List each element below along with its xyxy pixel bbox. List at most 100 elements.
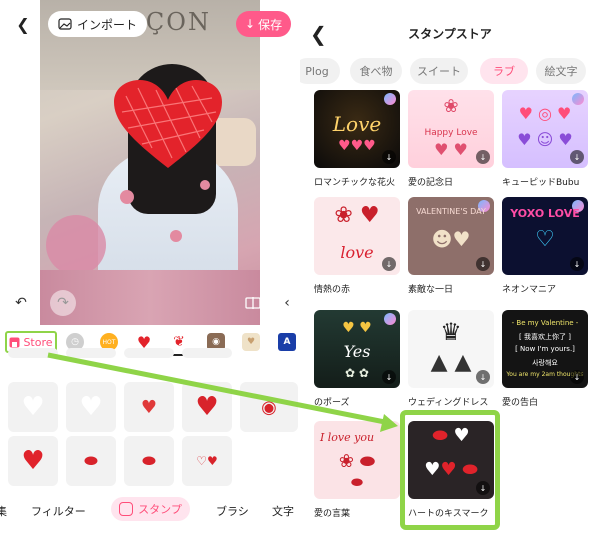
undo-icon: ↶: [15, 295, 27, 311]
import-label: インポート: [77, 17, 138, 32]
card-art-text: VALENTINE'S DAY: [416, 207, 486, 216]
stamp-card[interactable]: ♥ ◎ ♥ ♥ ☺ ♥ ↓ キューピッドBubu: [502, 90, 588, 188]
download-icon: ↓: [476, 257, 490, 271]
card-caption: 愛の告白: [502, 398, 539, 408]
rose-icon: ❀ ♥: [334, 203, 380, 228]
card-art-text: Love: [332, 112, 382, 136]
lips-icon: ⬬: [351, 475, 363, 491]
download-icon: ↓: [382, 150, 396, 164]
sticker-tile[interactable]: ⬬: [66, 436, 116, 486]
store-icon: [9, 337, 20, 347]
stamp-card[interactable]: YOXO LOVE ♡ ↓ ネオンマニア: [502, 197, 588, 295]
save-label: 保存: [258, 17, 283, 32]
download-icon: ↓: [382, 370, 396, 384]
stamp-card[interactable]: - Be my Valentine - [ 我喜欢上你了 ] [ Now I'm…: [502, 310, 588, 408]
chevron-left-icon: ‹: [284, 295, 290, 311]
stamp-card[interactable]: ♛ ▲ ▲ ↓ ウェディングドレス: [408, 310, 494, 408]
lips-icon: ⬬: [142, 451, 156, 470]
chip-plog[interactable]: Plog: [300, 58, 340, 84]
highlight-box: [400, 410, 500, 530]
undo-button[interactable]: ↶: [8, 290, 34, 316]
sticker-tile[interactable]: ◉: [240, 382, 298, 432]
stamp-card[interactable]: VALENTINE'S DAY ☻♥ ↓ 素敵な一日: [408, 197, 494, 295]
card-art-text: I love you: [319, 431, 375, 444]
sticker-tile[interactable]: ♥: [8, 436, 58, 486]
download-icon: ↓: [570, 257, 584, 271]
sticker-tile[interactable]: ⬬: [124, 436, 174, 486]
import-button[interactable]: インポート: [48, 11, 148, 37]
compare-icon: [245, 297, 261, 309]
redo-icon: ↷: [57, 295, 69, 311]
lips-icon: ◉: [261, 396, 277, 418]
sticker-tile[interactable]: [182, 348, 232, 358]
tab-stamp[interactable]: スタンプ: [111, 497, 190, 521]
collapse-button[interactable]: ‹: [276, 290, 298, 316]
chip-emoji[interactable]: 絵文字: [536, 58, 586, 84]
letter-category-icon[interactable]: A: [278, 333, 296, 351]
category-chips: Plog 食べ物 スイート ラブ 絵文字: [300, 58, 600, 86]
store-label: Store: [23, 335, 53, 349]
tab-brush[interactable]: ブラシ: [216, 503, 249, 519]
sticker-tile[interactable]: ♥: [8, 382, 58, 432]
sticker-tile[interactable]: ♥: [66, 382, 116, 432]
tab-filter[interactable]: フィルター: [31, 503, 86, 519]
red-heart-icon: ♥: [140, 396, 158, 418]
broken-heart-icon: ♥: [79, 392, 103, 422]
red-heart-icon: ♥: [21, 446, 45, 476]
page-title: スタンプストア: [408, 27, 492, 41]
sticker-tile[interactable]: [8, 348, 58, 358]
back-button[interactable]: ❮: [8, 9, 38, 39]
sticker-tile[interactable]: ♡♥: [182, 436, 232, 486]
neon-heart-icon: ♡: [535, 227, 555, 252]
card-art-text: 사랑해요: [532, 359, 558, 367]
chip-food[interactable]: 食べ物: [350, 58, 402, 84]
download-icon: ↓: [382, 257, 396, 271]
sticker-tile[interactable]: [124, 348, 174, 358]
card-art-text: Happy Love: [424, 128, 478, 138]
compare-button[interactable]: [240, 290, 266, 316]
cupid-icon: ♥ ☺ ♥: [517, 130, 573, 149]
redo-button[interactable]: ↷: [50, 290, 76, 316]
card-caption: キューピッドBubu: [502, 178, 580, 188]
sticker-tile[interactable]: ♥: [124, 382, 174, 432]
red-heart-icon: ♥: [195, 392, 219, 422]
photo-canvas[interactable]: FAÇON: [40, 0, 260, 325]
veil-icon: ♛: [440, 318, 462, 346]
stamp-card[interactable]: I love you ❀ ⬬ ⬬ 愛の言葉: [314, 421, 400, 519]
sticker-tile[interactable]: [66, 348, 116, 358]
stamp-icon: [119, 502, 134, 516]
small-hearts-icon: ♡♥: [196, 454, 218, 468]
stamp-card[interactable]: ❀ Happy Love ♥ ♥ ↓ 愛の記念日: [408, 90, 494, 188]
tool-tab-bar: 集 フィルター スタンプ ブラシ 文字: [0, 497, 300, 525]
download-icon: ↓: [570, 150, 584, 164]
sticker-tile[interactable]: ♥: [182, 382, 232, 432]
chip-love[interactable]: ラブ: [480, 58, 528, 84]
download-icon: ↓: [245, 17, 256, 31]
image-icon: [58, 18, 72, 30]
chip-sweet[interactable]: スイート: [410, 58, 468, 84]
stamp-card[interactable]: Love ♥♥♥ ↓ ロマンチックな花火: [314, 90, 400, 188]
download-icon: ↓: [476, 150, 490, 164]
gold-hearts-icon: ♥ ♥: [342, 320, 372, 336]
card-art-text: Yes: [343, 342, 371, 361]
rose-icon: ❀ ⬬: [338, 451, 376, 472]
rose-icon: ❀: [443, 96, 459, 117]
download-icon: ↓: [476, 370, 490, 384]
editor-panel: FAÇON ❮ インポート ↓ 保存 ↶ ↷ ‹ Store ◷ HOT ♥ ❦…: [0, 0, 300, 533]
card-caption: ネオンマニア: [502, 285, 557, 295]
bear-icon: ☻♥: [431, 227, 471, 251]
lips-icon: ⬬: [84, 451, 98, 470]
download-icon: ↓: [570, 370, 584, 384]
stamp-card[interactable]: ♥ ♥ Yes ✿ ✿ ↓ のポーズ: [314, 310, 400, 408]
save-button[interactable]: ↓ 保存: [236, 11, 292, 37]
stamp-card[interactable]: ❀ ♥ love ↓ 情熱の赤: [314, 197, 400, 295]
card-art-text: [ Now I'm yours.]: [515, 345, 575, 353]
heart-sticker[interactable]: [112, 78, 224, 172]
chevron-left-icon: ❮: [16, 14, 30, 34]
card-art-text: - Be my Valentine -: [511, 319, 579, 327]
hearts-icon: ♥ ◎ ♥: [518, 104, 572, 123]
tab-text[interactable]: 文字: [272, 503, 294, 519]
premium-badge-icon: [384, 93, 396, 105]
heart-beige-category-icon[interactable]: ♥: [242, 333, 260, 351]
tab-collage[interactable]: 集: [0, 503, 7, 519]
